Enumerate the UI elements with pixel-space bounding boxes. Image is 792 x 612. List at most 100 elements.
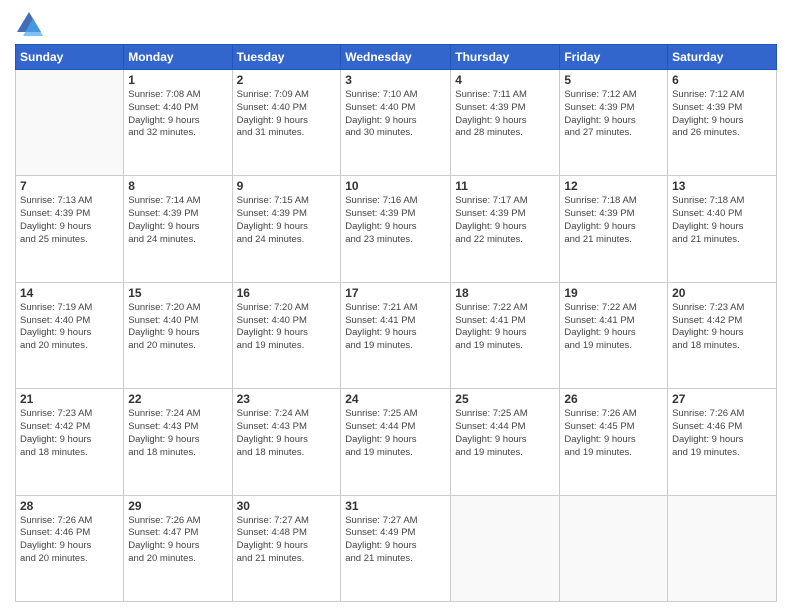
- day-info: Sunrise: 7:22 AM Sunset: 4:41 PM Dayligh…: [455, 302, 555, 353]
- day-info: Sunrise: 7:20 AM Sunset: 4:40 PM Dayligh…: [128, 302, 227, 353]
- day-info: Sunrise: 7:17 AM Sunset: 4:39 PM Dayligh…: [455, 195, 555, 246]
- calendar-cell: 23 Sunrise: 7:24 AM Sunset: 4:43 PM Dayli…: [232, 389, 341, 495]
- calendar-cell: [451, 495, 560, 601]
- weekday-header-row: SundayMondayTuesdayWednesdayThursdayFrid…: [16, 45, 777, 70]
- day-number: 31: [345, 499, 446, 513]
- calendar-cell: [668, 495, 777, 601]
- calendar-header: SundayMondayTuesdayWednesdayThursdayFrid…: [16, 45, 777, 70]
- logo-icon: [15, 10, 43, 38]
- calendar-cell: 31 Sunrise: 7:27 AM Sunset: 4:49 PM Dayli…: [341, 495, 451, 601]
- day-info: Sunrise: 7:25 AM Sunset: 4:44 PM Dayligh…: [345, 408, 446, 459]
- day-number: 16: [237, 286, 337, 300]
- calendar-cell: 19 Sunrise: 7:22 AM Sunset: 4:41 PM Dayli…: [560, 282, 668, 388]
- day-info: Sunrise: 7:22 AM Sunset: 4:41 PM Dayligh…: [564, 302, 663, 353]
- calendar-cell: 13 Sunrise: 7:18 AM Sunset: 4:40 PM Dayli…: [668, 176, 777, 282]
- day-info: Sunrise: 7:26 AM Sunset: 4:46 PM Dayligh…: [20, 515, 119, 566]
- day-number: 5: [564, 73, 663, 87]
- calendar-cell: 27 Sunrise: 7:26 AM Sunset: 4:46 PM Dayli…: [668, 389, 777, 495]
- day-info: Sunrise: 7:24 AM Sunset: 4:43 PM Dayligh…: [237, 408, 337, 459]
- day-number: 19: [564, 286, 663, 300]
- weekday-header-tuesday: Tuesday: [232, 45, 341, 70]
- day-info: Sunrise: 7:19 AM Sunset: 4:40 PM Dayligh…: [20, 302, 119, 353]
- day-info: Sunrise: 7:23 AM Sunset: 4:42 PM Dayligh…: [672, 302, 772, 353]
- calendar-cell: 28 Sunrise: 7:26 AM Sunset: 4:46 PM Dayli…: [16, 495, 124, 601]
- weekday-header-wednesday: Wednesday: [341, 45, 451, 70]
- day-info: Sunrise: 7:16 AM Sunset: 4:39 PM Dayligh…: [345, 195, 446, 246]
- calendar-cell: 15 Sunrise: 7:20 AM Sunset: 4:40 PM Dayli…: [124, 282, 232, 388]
- weekday-header-monday: Monday: [124, 45, 232, 70]
- calendar-cell: 16 Sunrise: 7:20 AM Sunset: 4:40 PM Dayli…: [232, 282, 341, 388]
- day-info: Sunrise: 7:10 AM Sunset: 4:40 PM Dayligh…: [345, 89, 446, 140]
- day-number: 7: [20, 179, 119, 193]
- day-number: 15: [128, 286, 227, 300]
- calendar-cell: 6 Sunrise: 7:12 AM Sunset: 4:39 PM Daylig…: [668, 70, 777, 176]
- calendar-cell: 8Sunrise: 7:14 AM Sunset: 4:39 PM Daylig…: [124, 176, 232, 282]
- day-number: 28: [20, 499, 119, 513]
- calendar-cell: 20 Sunrise: 7:23 AM Sunset: 4:42 PM Dayli…: [668, 282, 777, 388]
- day-number: 25: [455, 392, 555, 406]
- day-number: 20: [672, 286, 772, 300]
- calendar-cell: 1 Sunrise: 7:08 AM Sunset: 4:40 PM Daylig…: [124, 70, 232, 176]
- calendar-cell: 5 Sunrise: 7:12 AM Sunset: 4:39 PM Daylig…: [560, 70, 668, 176]
- day-number: 24: [345, 392, 446, 406]
- calendar-cell: [560, 495, 668, 601]
- calendar-cell: 14 Sunrise: 7:19 AM Sunset: 4:40 PM Dayli…: [16, 282, 124, 388]
- day-number: 3: [345, 73, 446, 87]
- day-info: Sunrise: 7:12 AM Sunset: 4:39 PM Dayligh…: [564, 89, 663, 140]
- day-info: Sunrise: 7:27 AM Sunset: 4:48 PM Dayligh…: [237, 515, 337, 566]
- day-number: 2: [237, 73, 337, 87]
- weekday-header-thursday: Thursday: [451, 45, 560, 70]
- calendar-cell: 11Sunrise: 7:17 AM Sunset: 4:39 PM Dayli…: [451, 176, 560, 282]
- day-info: Sunrise: 7:11 AM Sunset: 4:39 PM Dayligh…: [455, 89, 555, 140]
- day-info: Sunrise: 7:12 AM Sunset: 4:39 PM Dayligh…: [672, 89, 772, 140]
- day-info: Sunrise: 7:08 AM Sunset: 4:40 PM Dayligh…: [128, 89, 227, 140]
- day-number: 6: [672, 73, 772, 87]
- day-info: Sunrise: 7:18 AM Sunset: 4:40 PM Dayligh…: [672, 195, 772, 246]
- day-info: Sunrise: 7:24 AM Sunset: 4:43 PM Dayligh…: [128, 408, 227, 459]
- day-info: Sunrise: 7:20 AM Sunset: 4:40 PM Dayligh…: [237, 302, 337, 353]
- calendar-table: SundayMondayTuesdayWednesdayThursdayFrid…: [15, 44, 777, 602]
- day-number: 13: [672, 179, 772, 193]
- day-info: Sunrise: 7:25 AM Sunset: 4:44 PM Dayligh…: [455, 408, 555, 459]
- day-number: 18: [455, 286, 555, 300]
- page: SundayMondayTuesdayWednesdayThursdayFrid…: [0, 0, 792, 612]
- calendar-cell: 4Sunrise: 7:11 AM Sunset: 4:39 PM Daylig…: [451, 70, 560, 176]
- calendar-cell: 25 Sunrise: 7:25 AM Sunset: 4:44 PM Dayli…: [451, 389, 560, 495]
- calendar-cell: 9Sunrise: 7:15 AM Sunset: 4:39 PM Daylig…: [232, 176, 341, 282]
- day-number: 30: [237, 499, 337, 513]
- calendar-cell: 18 Sunrise: 7:22 AM Sunset: 4:41 PM Dayli…: [451, 282, 560, 388]
- calendar-cell: 21 Sunrise: 7:23 AM Sunset: 4:42 PM Dayli…: [16, 389, 124, 495]
- calendar-cell: 10 Sunrise: 7:16 AM Sunset: 4:39 PM Dayli…: [341, 176, 451, 282]
- day-number: 27: [672, 392, 772, 406]
- day-number: 12: [564, 179, 663, 193]
- day-info: Sunrise: 7:09 AM Sunset: 4:40 PM Dayligh…: [237, 89, 337, 140]
- calendar-cell: 7Sunrise: 7:13 AM Sunset: 4:39 PM Daylig…: [16, 176, 124, 282]
- header: [15, 10, 777, 38]
- day-info: Sunrise: 7:26 AM Sunset: 4:45 PM Dayligh…: [564, 408, 663, 459]
- calendar-cell: 17 Sunrise: 7:21 AM Sunset: 4:41 PM Dayli…: [341, 282, 451, 388]
- day-info: Sunrise: 7:26 AM Sunset: 4:47 PM Dayligh…: [128, 515, 227, 566]
- day-info: Sunrise: 7:26 AM Sunset: 4:46 PM Dayligh…: [672, 408, 772, 459]
- day-number: 22: [128, 392, 227, 406]
- calendar-week-row: 28 Sunrise: 7:26 AM Sunset: 4:46 PM Dayli…: [16, 495, 777, 601]
- day-number: 14: [20, 286, 119, 300]
- day-number: 21: [20, 392, 119, 406]
- day-number: 29: [128, 499, 227, 513]
- day-info: Sunrise: 7:27 AM Sunset: 4:49 PM Dayligh…: [345, 515, 446, 566]
- day-info: Sunrise: 7:23 AM Sunset: 4:42 PM Dayligh…: [20, 408, 119, 459]
- day-number: 17: [345, 286, 446, 300]
- weekday-header-saturday: Saturday: [668, 45, 777, 70]
- calendar-week-row: 1 Sunrise: 7:08 AM Sunset: 4:40 PM Daylig…: [16, 70, 777, 176]
- calendar-week-row: 21 Sunrise: 7:23 AM Sunset: 4:42 PM Dayli…: [16, 389, 777, 495]
- day-number: 10: [345, 179, 446, 193]
- day-number: 23: [237, 392, 337, 406]
- day-number: 1: [128, 73, 227, 87]
- calendar-cell: 22 Sunrise: 7:24 AM Sunset: 4:43 PM Dayli…: [124, 389, 232, 495]
- weekday-header-friday: Friday: [560, 45, 668, 70]
- day-info: Sunrise: 7:15 AM Sunset: 4:39 PM Dayligh…: [237, 195, 337, 246]
- calendar-body: 1 Sunrise: 7:08 AM Sunset: 4:40 PM Daylig…: [16, 70, 777, 602]
- logo: [15, 10, 47, 38]
- day-info: Sunrise: 7:21 AM Sunset: 4:41 PM Dayligh…: [345, 302, 446, 353]
- day-info: Sunrise: 7:18 AM Sunset: 4:39 PM Dayligh…: [564, 195, 663, 246]
- calendar-cell: 29 Sunrise: 7:26 AM Sunset: 4:47 PM Dayli…: [124, 495, 232, 601]
